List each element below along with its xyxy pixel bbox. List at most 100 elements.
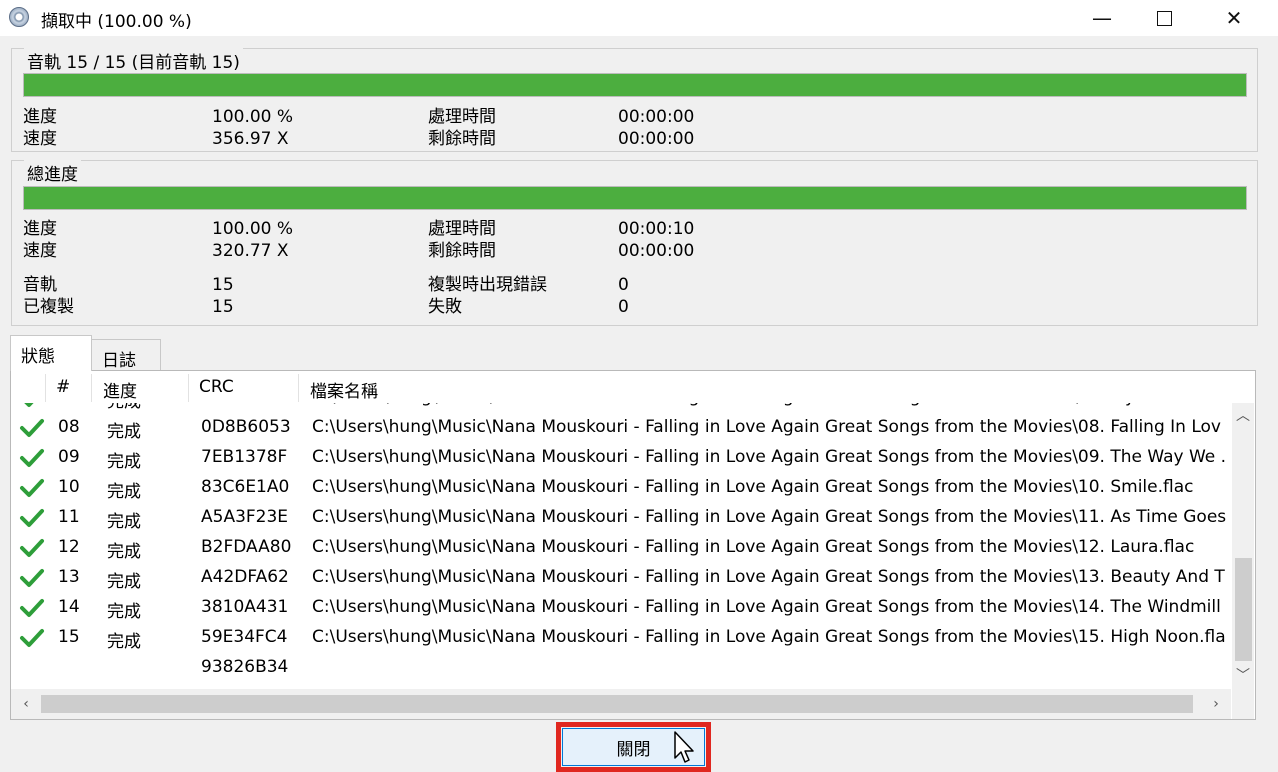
total-remaining-label: 剩餘時間 bbox=[428, 241, 496, 261]
table-row[interactable]: 93826B34 bbox=[11, 653, 1230, 683]
horizontal-scroll-thumb[interactable] bbox=[41, 695, 1193, 713]
row-crc: 7EB1378F bbox=[201, 447, 288, 467]
table-row[interactable]: 14 完成 3810A431 C:\Users\hung\Music\Nana Mou… bbox=[11, 593, 1230, 623]
track-elapsed-value: 00:00:00 bbox=[618, 107, 695, 127]
tab-log[interactable]: 日誌 bbox=[91, 339, 161, 371]
row-filename: C:\Users\hung\Music\Nana Mouskouri - Fal… bbox=[312, 537, 1195, 557]
vertical-scrollbar[interactable]: ︿ ﹀ bbox=[1232, 403, 1254, 689]
scroll-right-icon[interactable]: › bbox=[1205, 693, 1227, 715]
row-crc: 83E7973A bbox=[201, 403, 288, 407]
minimize-icon: — bbox=[1092, 6, 1112, 30]
row-number: 12 bbox=[58, 537, 80, 557]
horizontal-scrollbar[interactable]: ‹ › bbox=[11, 689, 1231, 719]
track-progress-label: 進度 bbox=[23, 107, 57, 127]
tracks-value: 15 bbox=[212, 275, 234, 295]
row-filename: C:\Users\hung\Music\Nana Mouskouri - Fal… bbox=[312, 447, 1227, 467]
total-progress-fill bbox=[24, 187, 1246, 209]
total-elapsed-label: 處理時間 bbox=[428, 219, 496, 239]
tracks-label: 音軌 bbox=[23, 275, 57, 295]
minimize-button[interactable]: — bbox=[1068, 0, 1136, 36]
row-status: 完成 bbox=[107, 602, 141, 622]
rows-viewport: 07 完成 83E7973A C:\Users\hung\Music\Nana Mou… bbox=[11, 403, 1230, 688]
copy-errors-value: 0 bbox=[618, 275, 629, 295]
copied-value: 15 bbox=[212, 297, 234, 317]
copied-label: 已複製 bbox=[23, 297, 74, 317]
column-separator bbox=[298, 374, 299, 402]
table-row[interactable]: 13 完成 A42DFA62 C:\Users\hung\Music\Nana Mou… bbox=[11, 563, 1230, 593]
scroll-left-icon[interactable]: ‹ bbox=[15, 693, 37, 715]
check-icon bbox=[24, 403, 34, 407]
total-elapsed-value: 00:00:10 bbox=[618, 219, 695, 239]
column-filename[interactable]: 檔案名稱 bbox=[310, 377, 378, 402]
row-crc: A42DFA62 bbox=[201, 567, 289, 587]
failed-value: 0 bbox=[618, 297, 629, 317]
column-crc[interactable]: CRC bbox=[199, 377, 234, 397]
check-icon bbox=[20, 419, 44, 437]
row-status: 完成 bbox=[107, 572, 141, 592]
column-number[interactable]: # bbox=[56, 377, 70, 397]
track-progress-bar bbox=[23, 73, 1247, 97]
row-status: 完成 bbox=[107, 482, 141, 502]
row-crc: A5A3F23E bbox=[201, 507, 289, 527]
track-speed-value: 356.97 X bbox=[212, 129, 289, 149]
row-number: 14 bbox=[58, 597, 80, 617]
total-remaining-value: 00:00:00 bbox=[618, 241, 695, 261]
row-filename: C:\Users\hung\Music\Nana Mouskouri - Fal… bbox=[312, 417, 1221, 437]
table-row[interactable]: 15 完成 59E34FC4 C:\Users\hung\Music\Nana Mou… bbox=[11, 623, 1230, 653]
row-filename: C:\Users\hung\Music\Nana Mouskouri - Fal… bbox=[312, 507, 1227, 527]
close-button-label: 關閉 bbox=[616, 739, 651, 760]
window-title: 擷取中 (100.00 %) bbox=[41, 12, 192, 32]
track-list[interactable]: # 進度 CRC 檔案名稱 07 完成 83E7973A C:\Users\hung\… bbox=[10, 370, 1256, 720]
check-icon bbox=[20, 539, 44, 557]
row-status: 完成 bbox=[107, 422, 141, 442]
row-filename: C:\Users\hung\Music\Nana Mouskouri - Fal… bbox=[312, 627, 1226, 647]
row-number: 13 bbox=[58, 567, 80, 587]
tab-status[interactable]: 狀態 bbox=[10, 335, 92, 371]
row-number: 08 bbox=[58, 417, 80, 437]
row-status: 完成 bbox=[107, 452, 141, 472]
table-row[interactable]: 07 完成 83E7973A C:\Users\hung\Music\Nana Mou… bbox=[11, 403, 1230, 413]
track-elapsed-label: 處理時間 bbox=[428, 107, 496, 127]
check-icon bbox=[20, 449, 44, 467]
close-window-button[interactable]: ✕ bbox=[1200, 0, 1268, 36]
check-icon bbox=[20, 569, 44, 587]
table-row[interactable]: 09 完成 7EB1378F C:\Users\hung\Music\Nana Mou… bbox=[11, 443, 1230, 473]
row-status: 完成 bbox=[107, 403, 141, 412]
row-number: 11 bbox=[58, 507, 80, 527]
row-filename: C:\Users\hung\Music\Nana Mouskouri - Fal… bbox=[312, 403, 1220, 407]
rows-container: 07 完成 83E7973A C:\Users\hung\Music\Nana Mou… bbox=[11, 403, 1230, 683]
track-remaining-value: 00:00:00 bbox=[618, 129, 695, 149]
maximize-icon bbox=[1156, 10, 1172, 26]
row-number: 07 bbox=[58, 403, 80, 407]
row-status: 完成 bbox=[107, 512, 141, 532]
row-crc: 3810A431 bbox=[201, 597, 289, 617]
table-row[interactable]: 08 完成 0D8B6053 C:\Users\hung\Music\Nana Mou… bbox=[11, 413, 1230, 443]
total-speed-label: 速度 bbox=[23, 241, 57, 261]
maximize-button[interactable] bbox=[1130, 0, 1198, 36]
check-icon bbox=[20, 629, 44, 647]
row-filename: C:\Users\hung\Music\Nana Mouskouri - Fal… bbox=[312, 597, 1221, 617]
row-crc: 0D8B6053 bbox=[201, 417, 291, 437]
cd-disc-icon bbox=[9, 7, 29, 27]
tab-status-label: 狀態 bbox=[21, 347, 55, 367]
mouse-cursor-icon bbox=[674, 731, 694, 763]
scroll-down-icon[interactable]: ﹀ bbox=[1232, 665, 1254, 687]
table-row[interactable]: 11 完成 A5A3F23E C:\Users\hung\Music\Nana Mou… bbox=[11, 503, 1230, 533]
row-number: 10 bbox=[58, 477, 80, 497]
row-number: 15 bbox=[58, 627, 80, 647]
row-status: 完成 bbox=[107, 632, 141, 652]
table-row[interactable]: 10 完成 83C6E1A0 C:\Users\hung\Music\Nana Mou… bbox=[11, 473, 1230, 503]
scrollbar-corner bbox=[1232, 689, 1254, 719]
track-progress-value: 100.00 % bbox=[212, 107, 294, 127]
vertical-scroll-thumb[interactable] bbox=[1235, 558, 1252, 661]
copy-errors-label: 複製時出現錯誤 bbox=[428, 275, 547, 295]
table-row[interactable]: 12 完成 B2FDAA80 C:\Users\hung\Music\Nana Mou… bbox=[11, 533, 1230, 563]
row-number: 09 bbox=[58, 447, 80, 467]
total-group-title: 總進度 bbox=[24, 160, 81, 185]
check-icon bbox=[20, 479, 44, 497]
row-crc: 59E34FC4 bbox=[201, 627, 288, 647]
column-status[interactable]: 進度 bbox=[103, 377, 137, 402]
track-group-title: 音軌 15 / 15 (目前音軌 15) bbox=[24, 48, 243, 73]
scroll-up-icon[interactable]: ︿ bbox=[1232, 405, 1254, 427]
row-status: 完成 bbox=[107, 542, 141, 562]
